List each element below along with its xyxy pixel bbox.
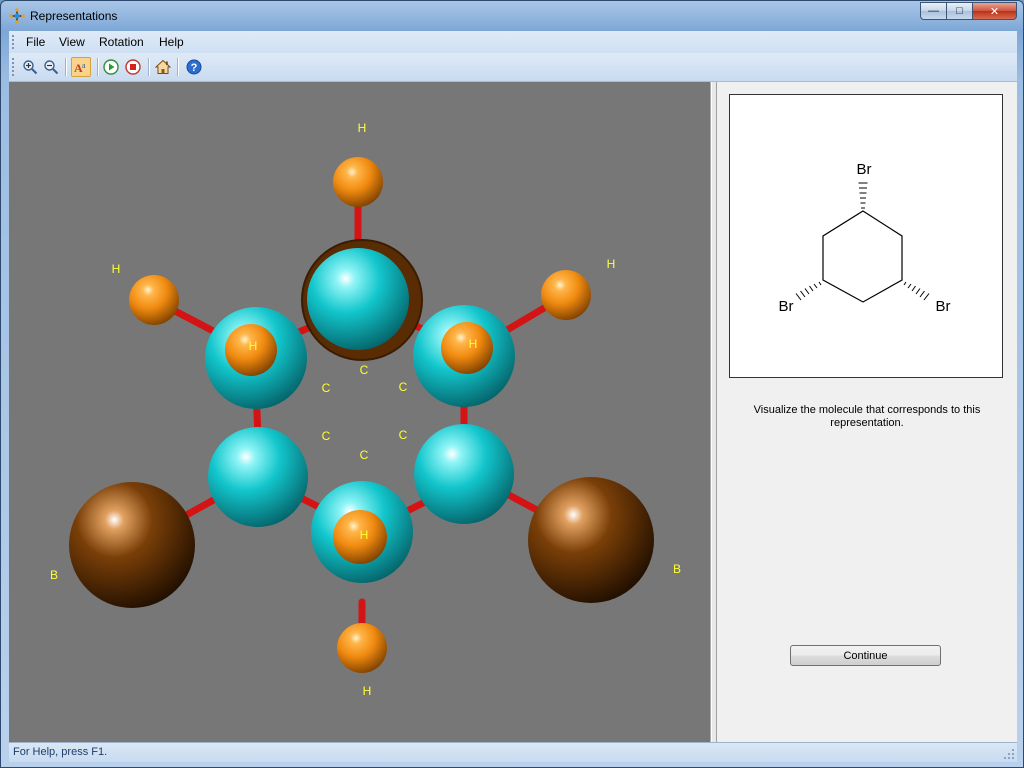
zoom-out-button[interactable] [42,58,60,76]
bromine-atom [528,477,654,603]
svg-text:?: ? [191,62,198,74]
hydrogen-atom [441,322,493,374]
resize-grip-icon[interactable] [1003,748,1015,760]
carbon-atom [208,427,308,527]
bromine-atom [69,482,195,608]
status-text: For Help, press F1. [13,746,108,758]
atom-label: B [50,568,58,582]
hydrogen-atom [541,270,591,320]
play-icon [103,59,119,75]
atom-label: H [363,684,372,698]
menu-rotation[interactable]: Rotation [99,35,144,49]
structure-diagram: Br Br Br [729,94,1003,378]
close-button[interactable]: ✕ [973,2,1017,20]
menu-grip[interactable] [12,35,17,49]
svg-text:a: a [82,61,86,70]
hashed-bond [795,281,822,301]
toolbar-separator [148,58,150,76]
hashed-bond [903,281,930,301]
toolbar-separator [97,58,99,76]
minimize-icon: — [928,5,939,17]
menu-file[interactable]: File [26,35,45,49]
toolbar-separator [177,58,179,76]
toolbar: A a ? [9,53,1017,82]
zoom-out-icon [44,60,59,75]
close-icon: ✕ [989,5,1000,18]
skeletal-formula: Br Br Br [779,161,951,315]
hashed-bond [858,182,868,209]
menu-view[interactable]: View [59,35,85,49]
atom-label: C [360,448,369,462]
app-icon [9,8,25,24]
zoom-in-icon [23,60,38,75]
status-bar: For Help, press F1. [9,742,1017,762]
molecule-viewport[interactable]: H H H H H H H C C C C C C B B [9,82,711,742]
minimize-button[interactable]: — [920,2,947,20]
zoom-in-button[interactable] [21,58,39,76]
application-window: Representations — □ ✕ File View Rotation… [0,0,1024,768]
hydrogen-atom [333,157,383,207]
atom-label: C [322,429,331,443]
menu-bar: File View Rotation Help [9,31,1017,53]
atom-label: H [112,262,121,276]
home-button[interactable] [154,58,172,76]
br-label-top: Br [857,161,872,178]
atom-label: C [399,380,408,394]
stop-icon [125,59,141,75]
atom-labels-button[interactable]: A a [71,57,91,77]
toolbar-separator [65,58,67,76]
window-title: Representations [30,9,118,23]
continue-button[interactable]: Continue [790,645,941,666]
menu-help[interactable]: Help [159,35,184,49]
play-button[interactable] [102,58,120,76]
cyclohexane-ring [822,210,903,303]
atom-labels-icon: A a [74,61,86,75]
atom-label: B [673,562,681,576]
window-controls: — □ ✕ [920,2,1017,20]
atom-label: C [360,363,369,377]
atom-label: H [607,257,616,271]
carbon-atom [307,248,409,350]
atom-label: H [358,121,367,135]
help-icon: ? [186,59,202,75]
stop-button[interactable] [124,58,142,76]
title-bar[interactable]: Representations — □ ✕ [1,1,1023,31]
hydrogen-atom [337,623,387,673]
maximize-button[interactable]: □ [947,2,973,20]
client-area: File View Rotation Help A a ? H H H H H … [9,31,1017,762]
atom-label: H [360,528,369,542]
atom-label: C [322,381,331,395]
molecule-3d-scene[interactable]: H H H H H H H C C C C C C B B [9,82,710,742]
help-button[interactable]: ? [185,58,203,76]
carbon-atom [414,424,514,524]
toolbar-grip[interactable] [12,58,17,76]
right-panel: Br Br Br Visualize the molecule that cor… [717,82,1017,742]
br-label-left: Br [779,298,794,315]
hydrogen-atom [129,275,179,325]
instruction-text: Visualize the molecule that corresponds … [753,404,981,429]
atom-label: H [249,339,258,353]
atom-label: H [469,337,478,351]
maximize-icon: □ [956,5,963,17]
br-label-right: Br [936,298,951,315]
home-icon [155,59,171,74]
atom-label: C [399,428,408,442]
